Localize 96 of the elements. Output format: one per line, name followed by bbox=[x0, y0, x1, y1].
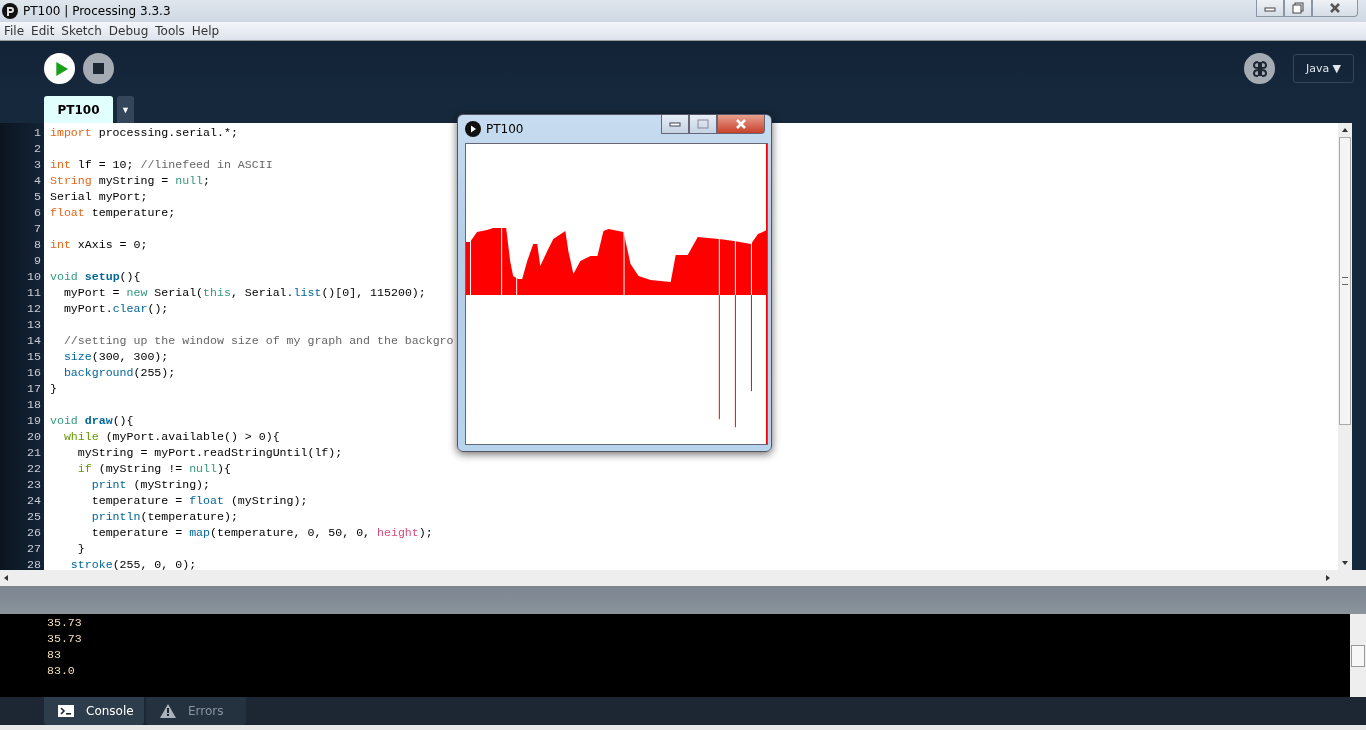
vertical-scrollbar[interactable] bbox=[1338, 123, 1352, 570]
line-number: 2 bbox=[33, 141, 42, 157]
line-number: 9 bbox=[33, 253, 42, 269]
code-line: //setting up the window size of my graph and the backgro bbox=[62, 334, 454, 347]
code-line: if (myString != null){ bbox=[76, 462, 231, 475]
code-line: print (myString); bbox=[90, 478, 211, 491]
code-line: temperature = float (myString); bbox=[90, 494, 308, 507]
restore-icon bbox=[1292, 2, 1304, 14]
line-number: 8 bbox=[33, 237, 42, 253]
line-number: 1 bbox=[33, 125, 42, 141]
close-button[interactable] bbox=[717, 115, 765, 134]
line-number: 10 bbox=[26, 269, 42, 285]
menu-item[interactable]: Sketch bbox=[61, 24, 102, 38]
console-line: 83 bbox=[47, 647, 62, 663]
minimize-button[interactable] bbox=[661, 115, 689, 134]
line-number: 24 bbox=[26, 493, 42, 509]
menu-item[interactable]: File bbox=[4, 24, 25, 38]
line-number: 14 bbox=[26, 333, 42, 349]
line-number: 13 bbox=[26, 317, 42, 333]
restore-button[interactable] bbox=[1284, 0, 1312, 17]
console-line: 83.0 bbox=[47, 663, 76, 679]
line-number: 27 bbox=[26, 541, 42, 557]
line-number: 20 bbox=[26, 429, 42, 445]
line-number: 22 bbox=[26, 461, 42, 477]
line-number: 25 bbox=[26, 509, 42, 525]
sketch-window-title: PT100 bbox=[486, 121, 524, 136]
line-number: 15 bbox=[26, 349, 42, 365]
code-line: println(temperature); bbox=[90, 510, 238, 523]
line-number: 5 bbox=[33, 189, 42, 205]
code-line: } bbox=[76, 542, 85, 555]
line-number: 7 bbox=[33, 221, 42, 237]
line-number: 21 bbox=[26, 445, 42, 461]
play-icon bbox=[54, 61, 68, 76]
code-line: myPort = new Serial(this, Serial.list()[0], 115200); bbox=[62, 286, 426, 299]
scroll-down-arrow-icon[interactable] bbox=[1342, 561, 1348, 565]
play-icon bbox=[465, 120, 481, 137]
minimize-icon bbox=[669, 121, 681, 127]
console-line: 35.73 bbox=[47, 615, 83, 631]
console-tab[interactable]: Console bbox=[44, 697, 144, 725]
line-number: 28 bbox=[26, 557, 42, 573]
run-button[interactable] bbox=[44, 53, 75, 84]
app-logo-icon bbox=[2, 3, 18, 19]
menu-item[interactable]: Help bbox=[191, 24, 220, 38]
window-title: PT100 | Processing 3.3.3 bbox=[23, 4, 171, 18]
code-line: float temperature; bbox=[50, 206, 176, 219]
code-line: Serial myPort; bbox=[50, 190, 148, 203]
console-tab[interactable]: Errors bbox=[146, 697, 246, 725]
line-number: 16 bbox=[26, 365, 42, 381]
code-line: while (myPort.available() > 0){ bbox=[62, 430, 280, 443]
line-number: 12 bbox=[26, 301, 42, 317]
menu-item[interactable]: Tools bbox=[155, 24, 185, 38]
scroll-right-arrow-icon[interactable] bbox=[1326, 575, 1330, 581]
stop-button[interactable] bbox=[83, 53, 114, 84]
code-line: String myString = null; bbox=[50, 174, 211, 187]
line-number: 17 bbox=[26, 381, 42, 397]
maximize-icon bbox=[697, 119, 709, 129]
tab-menu-button[interactable]: ▼ bbox=[117, 96, 134, 123]
debugger-button[interactable] bbox=[1244, 53, 1275, 84]
warning-icon bbox=[160, 704, 176, 718]
code-line: background(255); bbox=[62, 366, 176, 379]
line-number: 19 bbox=[26, 413, 42, 429]
code-line: void draw(){ bbox=[50, 414, 134, 427]
code-line: void setup(){ bbox=[50, 270, 141, 283]
code-line: temperature = map(temperature, 0, 50, 0, height); bbox=[90, 526, 433, 539]
minimize-button[interactable] bbox=[1256, 0, 1284, 17]
maximize-button[interactable] bbox=[689, 115, 717, 134]
menu-item[interactable]: Debug bbox=[108, 24, 149, 38]
line-number: 18 bbox=[26, 397, 42, 413]
menu-item[interactable]: Edit bbox=[31, 24, 55, 38]
scroll-up-arrow-icon[interactable] bbox=[1342, 128, 1348, 132]
line-number: 3 bbox=[33, 157, 42, 173]
console-line: 35.73 bbox=[47, 631, 83, 647]
code-line: int xAxis = 0; bbox=[50, 238, 148, 251]
line-number: 26 bbox=[26, 525, 42, 541]
line-number: 11 bbox=[26, 285, 42, 301]
code-line: } bbox=[50, 382, 57, 395]
line-number: 23 bbox=[26, 477, 42, 493]
close-button[interactable] bbox=[1312, 0, 1358, 17]
terminal-icon bbox=[58, 705, 74, 717]
mode-dropdown[interactable]: Java ▼ bbox=[1293, 54, 1354, 83]
line-number: 4 bbox=[33, 173, 42, 189]
minimize-icon bbox=[1264, 4, 1276, 12]
code-line: myPort.clear(); bbox=[62, 302, 169, 315]
code-line: int lf = 10; //linefeed in ASCII bbox=[50, 158, 273, 171]
console-scrollbar[interactable] bbox=[1350, 614, 1366, 697]
line-number: 6 bbox=[33, 205, 42, 221]
stop-icon bbox=[93, 63, 104, 74]
horizontal-scrollbar[interactable] bbox=[0, 570, 1366, 586]
sketch-tab[interactable]: PT100 bbox=[44, 96, 113, 123]
close-icon bbox=[735, 119, 747, 129]
code-line: import processing.serial.*; bbox=[50, 126, 238, 139]
scroll-left-arrow-icon[interactable] bbox=[4, 575, 8, 581]
code-line: stroke(255, 0, 0); bbox=[69, 558, 197, 570]
close-icon bbox=[1328, 3, 1342, 13]
code-line: myString = myPort.readStringUntil(lf); bbox=[76, 446, 343, 459]
code-line: size(300, 300); bbox=[62, 350, 169, 363]
